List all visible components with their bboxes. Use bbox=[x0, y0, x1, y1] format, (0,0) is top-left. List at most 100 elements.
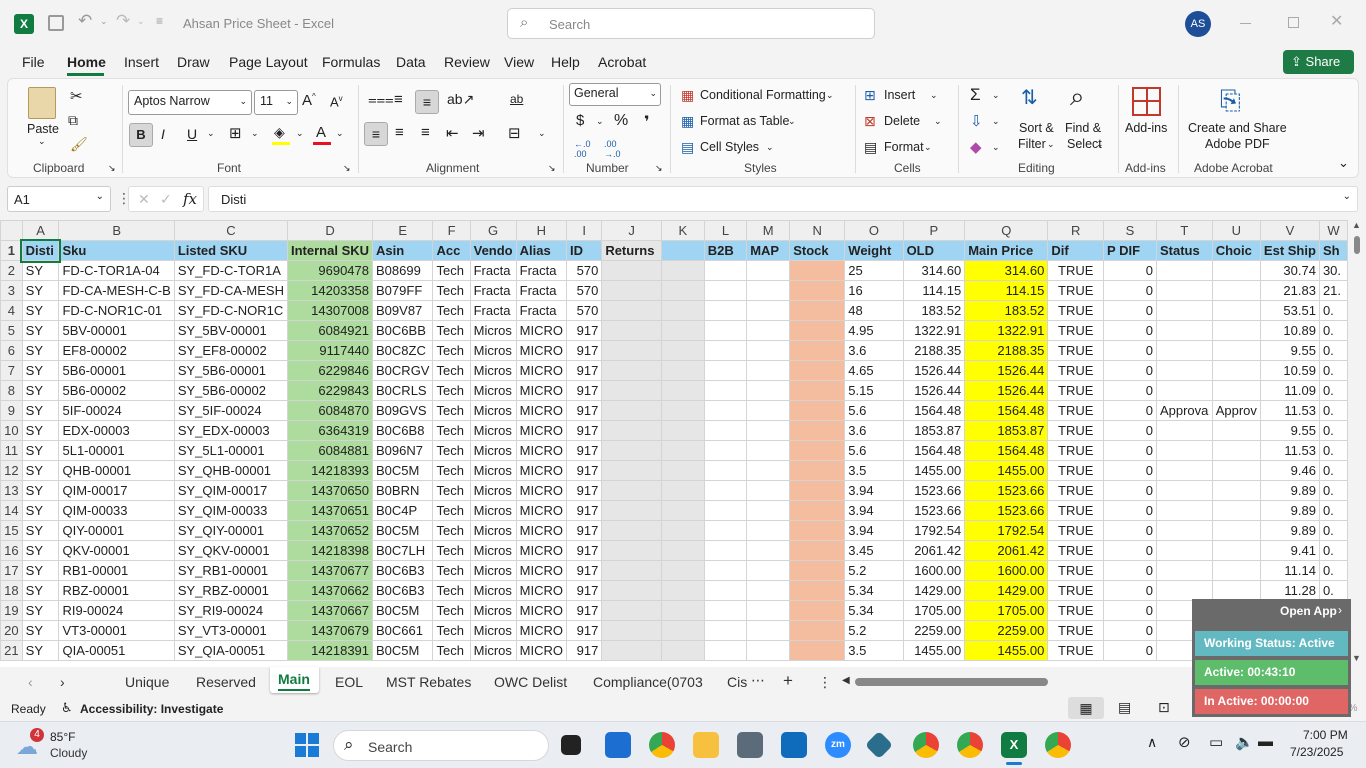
data-cell[interactable]: 1600.00 bbox=[964, 560, 1049, 581]
data-cell[interactable]: TRUE bbox=[1047, 480, 1105, 501]
display-icon[interactable]: ▭ bbox=[1209, 733, 1223, 751]
data-cell[interactable]: SY bbox=[21, 440, 60, 461]
data-cell[interactable] bbox=[703, 560, 748, 581]
data-cell[interactable] bbox=[660, 340, 705, 361]
data-cell[interactable] bbox=[789, 340, 846, 361]
data-cell[interactable] bbox=[1211, 320, 1261, 341]
page-layout-view-icon[interactable]: ▤ bbox=[1118, 699, 1131, 716]
data-cell[interactable]: 114.15 bbox=[964, 280, 1049, 301]
insert-dropdown-icon[interactable]: ⌄ bbox=[930, 90, 938, 101]
data-cell[interactable]: RI9-00024 bbox=[58, 600, 175, 621]
data-cell[interactable] bbox=[703, 520, 748, 541]
data-cell[interactable]: SY bbox=[21, 560, 60, 581]
data-cell[interactable]: 0. bbox=[1318, 340, 1348, 361]
data-cell[interactable]: RB1-00001 bbox=[58, 560, 175, 581]
data-cell[interactable] bbox=[1211, 380, 1261, 401]
data-cell[interactable]: SY_5IF-00024 bbox=[173, 400, 289, 421]
conditional-dropdown-icon[interactable]: ⌄ bbox=[826, 90, 834, 101]
tab-data[interactable]: Data bbox=[396, 54, 426, 70]
data-cell[interactable]: 14370677 bbox=[286, 560, 374, 581]
data-cell[interactable]: MICRO bbox=[515, 360, 567, 381]
data-cell[interactable] bbox=[1155, 260, 1213, 281]
data-cell[interactable] bbox=[703, 480, 748, 501]
chrome-icon[interactable] bbox=[649, 732, 675, 758]
data-cell[interactable] bbox=[703, 420, 748, 441]
data-cell[interactable] bbox=[789, 400, 846, 421]
data-cell[interactable]: TRUE bbox=[1047, 580, 1105, 601]
row-number[interactable]: 7 bbox=[0, 360, 23, 381]
data-cell[interactable]: 53.51 bbox=[1259, 300, 1320, 321]
data-cell[interactable]: 0 bbox=[1103, 480, 1157, 501]
data-cell[interactable]: B0C6B8 bbox=[372, 420, 434, 441]
data-cell[interactable] bbox=[660, 520, 705, 541]
data-cell[interactable]: Micros bbox=[469, 560, 517, 581]
data-cell[interactable] bbox=[703, 320, 748, 341]
data-cell[interactable] bbox=[1155, 280, 1213, 301]
data-cell[interactable]: MICRO bbox=[515, 480, 567, 501]
data-cell[interactable]: SY_EDX-00003 bbox=[173, 420, 289, 441]
data-cell[interactable]: 5.2 bbox=[844, 560, 904, 581]
data-cell[interactable] bbox=[703, 300, 748, 321]
column-header[interactable]: A bbox=[21, 220, 60, 241]
data-cell[interactable] bbox=[1155, 500, 1213, 521]
increase-font-icon[interactable]: A^ bbox=[302, 92, 316, 109]
column-header[interactable]: L bbox=[703, 220, 748, 241]
data-cell[interactable]: 1564.48 bbox=[902, 400, 966, 421]
data-cell[interactable]: 9.55 bbox=[1259, 420, 1320, 441]
data-cell[interactable]: 1526.44 bbox=[964, 380, 1049, 401]
data-cell[interactable] bbox=[1211, 300, 1261, 321]
format-dropdown-icon[interactable]: ⌄ bbox=[924, 142, 932, 153]
insert-cells-button[interactable]: Insert bbox=[884, 88, 915, 102]
data-cell[interactable]: SY_RBZ-00001 bbox=[173, 580, 289, 601]
filter-label[interactable]: Filter bbox=[1018, 137, 1046, 151]
data-cell[interactable]: Micros bbox=[469, 460, 517, 481]
data-cell[interactable] bbox=[703, 400, 748, 421]
data-cell[interactable]: Tech bbox=[432, 540, 471, 561]
borders-dropdown-icon[interactable]: ⌄ bbox=[251, 128, 259, 139]
data-cell[interactable] bbox=[789, 600, 846, 621]
data-cell[interactable]: SY bbox=[21, 620, 60, 641]
data-cell[interactable] bbox=[789, 460, 846, 481]
data-cell[interactable]: 9.89 bbox=[1259, 520, 1320, 541]
data-cell[interactable]: 6084870 bbox=[286, 400, 374, 421]
data-cell[interactable]: 1429.00 bbox=[964, 580, 1049, 601]
data-cell[interactable]: 16 bbox=[844, 280, 904, 301]
decrease-indent-icon[interactable]: ⇤ bbox=[446, 124, 459, 142]
data-cell[interactable]: SY_QKV-00001 bbox=[173, 540, 289, 561]
data-cell[interactable] bbox=[1211, 280, 1261, 301]
bold-button[interactable]: B bbox=[129, 123, 153, 147]
data-cell[interactable]: TRUE bbox=[1047, 540, 1105, 561]
data-cell[interactable] bbox=[789, 620, 846, 641]
row-number[interactable]: 15 bbox=[0, 520, 23, 541]
more-sheets-icon[interactable]: ⋯ bbox=[751, 672, 765, 689]
data-cell[interactable]: 0. bbox=[1318, 520, 1348, 541]
data-cell[interactable] bbox=[789, 440, 846, 461]
data-cell[interactable] bbox=[601, 540, 662, 561]
data-cell[interactable] bbox=[703, 440, 748, 461]
data-cell[interactable]: 917 bbox=[565, 540, 603, 561]
data-cell[interactable] bbox=[789, 300, 846, 321]
normal-view-button[interactable]: ▦ bbox=[1068, 697, 1104, 719]
data-cell[interactable]: 0 bbox=[1103, 620, 1157, 641]
data-cell[interactable]: Fracta bbox=[515, 300, 567, 321]
fill-color-icon[interactable]: ◈ bbox=[274, 124, 285, 141]
customize-toolbar-icon[interactable]: ≡ bbox=[156, 14, 163, 28]
data-cell[interactable] bbox=[1155, 440, 1213, 461]
currency-dropdown-icon[interactable]: ⌄ bbox=[596, 116, 604, 127]
data-cell[interactable]: QHB-00001 bbox=[58, 460, 175, 481]
zoom-app-icon[interactable]: zm bbox=[825, 732, 851, 758]
sheet-tab-compliance[interactable]: Compliance(0703 bbox=[593, 674, 703, 690]
data-cell[interactable]: SY bbox=[21, 420, 60, 441]
data-cell[interactable]: Tech bbox=[432, 360, 471, 381]
font-color-dropdown-icon[interactable]: ⌄ bbox=[336, 128, 344, 139]
data-cell[interactable]: SY_RI9-00024 bbox=[173, 600, 289, 621]
data-cell[interactable]: MICRO bbox=[515, 580, 567, 601]
data-cell[interactable] bbox=[601, 360, 662, 381]
data-cell[interactable] bbox=[789, 380, 846, 401]
autosum-dropdown-icon[interactable]: ⌄ bbox=[992, 90, 1000, 101]
data-cell[interactable]: SY_EF8-00002 bbox=[173, 340, 289, 361]
data-cell[interactable] bbox=[660, 300, 705, 321]
data-cell[interactable]: SY_QIA-00051 bbox=[173, 640, 289, 661]
data-cell[interactable]: SY bbox=[21, 580, 60, 601]
data-cell[interactable] bbox=[1211, 420, 1261, 441]
